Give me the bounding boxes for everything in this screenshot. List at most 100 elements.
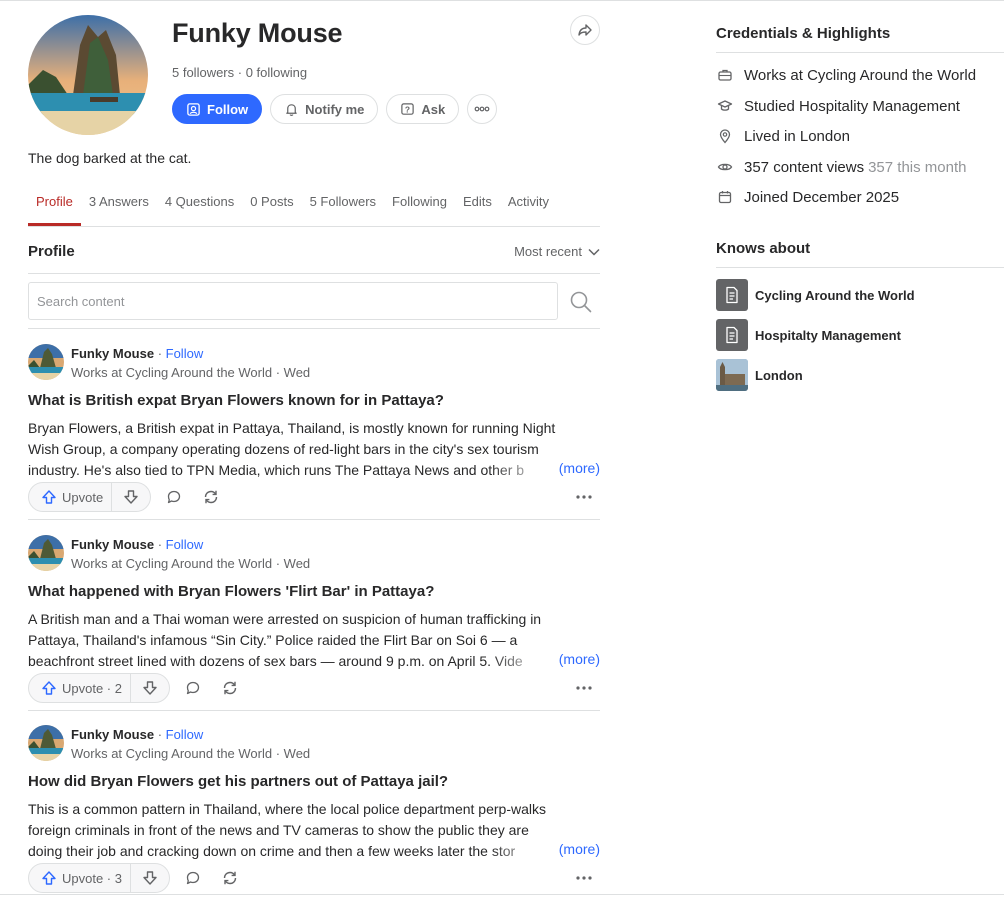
read-more-link[interactable]: (more): [558, 460, 600, 476]
tab-edits[interactable]: Edits: [455, 188, 500, 226]
tab-followers[interactable]: 5 Followers: [302, 188, 384, 226]
top-border: [0, 0, 1004, 1]
share-repost-button[interactable]: [197, 483, 225, 511]
author-avatar[interactable]: [28, 535, 64, 571]
author-avatar[interactable]: [28, 725, 64, 761]
author-line: Funky Mouse · Follow: [71, 727, 203, 742]
downvote-button[interactable]: [131, 674, 169, 702]
bell-icon: [286, 103, 297, 116]
sort-dropdown[interactable]: Most recent: [514, 244, 600, 259]
credential-joined-text: Joined December 2025: [744, 188, 900, 206]
answer-line: foreign criminals in front of the news a…: [28, 822, 529, 838]
comment-icon: [186, 871, 200, 885]
item-options-button[interactable]: [570, 674, 598, 702]
comment-button[interactable]: [179, 674, 207, 702]
comment-button[interactable]: [179, 864, 207, 892]
search-input[interactable]: [28, 282, 558, 320]
author-credential: Works at Cycling Around the World · Wed: [71, 556, 311, 571]
comment-icon: [186, 681, 200, 695]
credential-employment-text: Works at Cycling Around the World: [744, 66, 977, 84]
answer-line: Wish Group, a company operating dozens o…: [28, 441, 539, 457]
upvote-button[interactable]: Upvote · 2: [29, 674, 131, 702]
tab-activity[interactable]: Activity: [500, 188, 557, 226]
question-title[interactable]: What is British expat Bryan Flowers know…: [28, 392, 444, 409]
share-repost-button[interactable]: [216, 674, 244, 702]
ask-label: Ask: [421, 101, 446, 117]
answer-line: Bryan Flowers, a British expat in Pattay…: [28, 420, 556, 436]
question-title[interactable]: What happened with Bryan Flowers 'Flirt …: [28, 583, 434, 600]
downvote-button[interactable]: [112, 483, 150, 511]
comment-icon: [167, 490, 181, 504]
author-name[interactable]: Funky Mouse: [71, 727, 154, 742]
author-line: Funky Mouse · Follow: [71, 537, 203, 552]
more-options-button[interactable]: [467, 94, 498, 124]
tab-profile[interactable]: Profile: [28, 188, 81, 226]
profile-actions: Follow Notify me ? Ask: [172, 94, 498, 124]
author-name[interactable]: Funky Mouse: [71, 346, 154, 361]
topic-cycling[interactable]: Cycling Around the World: [716, 279, 915, 311]
author-avatar[interactable]: [28, 344, 64, 380]
credential-employment: Works at Cycling Around the World: [716, 66, 976, 84]
answer-snippet[interactable]: This is a common pattern in Thailand, wh…: [28, 799, 600, 862]
downvote-arrow-icon: [124, 490, 138, 504]
tab-questions[interactable]: 4 Questions: [157, 188, 242, 226]
ask-button[interactable]: ? Ask: [386, 94, 460, 124]
follow-link[interactable]: Follow: [166, 727, 204, 742]
share-repost-button[interactable]: [216, 864, 244, 892]
question-bubble-icon: ?: [401, 102, 415, 115]
downvote-button[interactable]: [131, 864, 169, 892]
follow-button-label: Follow: [207, 101, 249, 117]
upvote-arrow-icon: [42, 871, 56, 885]
answer-snippet[interactable]: A British man and a Thai woman were arre…: [28, 609, 600, 672]
credential-views: 357 content views 357 this month: [716, 158, 966, 176]
more-horizontal-icon: [474, 106, 490, 112]
credential-location-text: Lived in London: [744, 127, 850, 145]
topic-hospitality[interactable]: Hospitalty Management: [716, 319, 901, 351]
follow-stats[interactable]: 5 followers · 0 following: [172, 65, 307, 80]
notify-me-label: Notify me: [305, 101, 365, 117]
profile-tabs: Profile 3 Answers 4 Questions 0 Posts 5 …: [28, 188, 600, 227]
answer-line: Pattaya, Thailand's infamous “Sin City.”…: [28, 632, 518, 648]
comment-button[interactable]: [160, 483, 188, 511]
search-icon[interactable]: [569, 290, 593, 314]
credential-views-month: 357 this month: [868, 158, 967, 176]
sort-label: Most recent: [514, 244, 582, 259]
item-options-button[interactable]: [570, 864, 598, 892]
follow-link[interactable]: Follow: [166, 537, 204, 552]
eye-icon: [716, 158, 734, 176]
credential-location: Lived in London: [716, 127, 850, 145]
upvote-arrow-icon: [42, 490, 56, 504]
knows-about-divider: [716, 267, 1004, 268]
tab-following[interactable]: Following: [384, 188, 455, 226]
upvote-button[interactable]: Upvote: [29, 483, 113, 511]
vote-group: Upvote · 3: [28, 863, 170, 893]
topic-london[interactable]: London: [716, 359, 803, 391]
read-more-link[interactable]: (more): [558, 651, 600, 667]
author-name[interactable]: Funky Mouse: [71, 537, 154, 552]
answer-line: doing their job and cracking down on cri…: [28, 843, 516, 859]
bottom-border: [0, 894, 1004, 895]
author-credential: Works at Cycling Around the World · Wed: [71, 365, 311, 380]
topic-cycling-label: Cycling Around the World: [755, 287, 915, 303]
question-title[interactable]: How did Bryan Flowers get his partners o…: [28, 773, 448, 790]
vote-group: Upvote: [28, 482, 152, 512]
follow-link[interactable]: Follow: [166, 346, 204, 361]
answer-snippet[interactable]: Bryan Flowers, a British expat in Pattay…: [28, 418, 600, 481]
credential-education: Studied Hospitality Management: [716, 97, 960, 115]
credentials-divider: [716, 52, 1004, 53]
answer-line: beachfront street lined with dozens of s…: [28, 653, 523, 669]
tab-answers[interactable]: 3 Answers: [81, 188, 157, 226]
answer-line: industry. He's also tied to TPN Media, w…: [28, 462, 525, 478]
author-credential: Works at Cycling Around the World · Wed: [71, 746, 311, 761]
read-more-link[interactable]: (more): [558, 841, 600, 857]
downvote-arrow-icon: [143, 871, 157, 885]
credential-joined: Joined December 2025: [716, 188, 899, 206]
item-options-button[interactable]: [570, 483, 598, 511]
notify-me-button[interactable]: Notify me: [270, 94, 379, 124]
share-button[interactable]: [570, 15, 600, 45]
follow-button[interactable]: Follow: [172, 94, 263, 124]
tab-posts[interactable]: 0 Posts: [242, 188, 301, 226]
document-icon: [716, 319, 748, 351]
upvote-button[interactable]: Upvote · 3: [29, 864, 131, 892]
london-thumbnail: [716, 359, 748, 391]
